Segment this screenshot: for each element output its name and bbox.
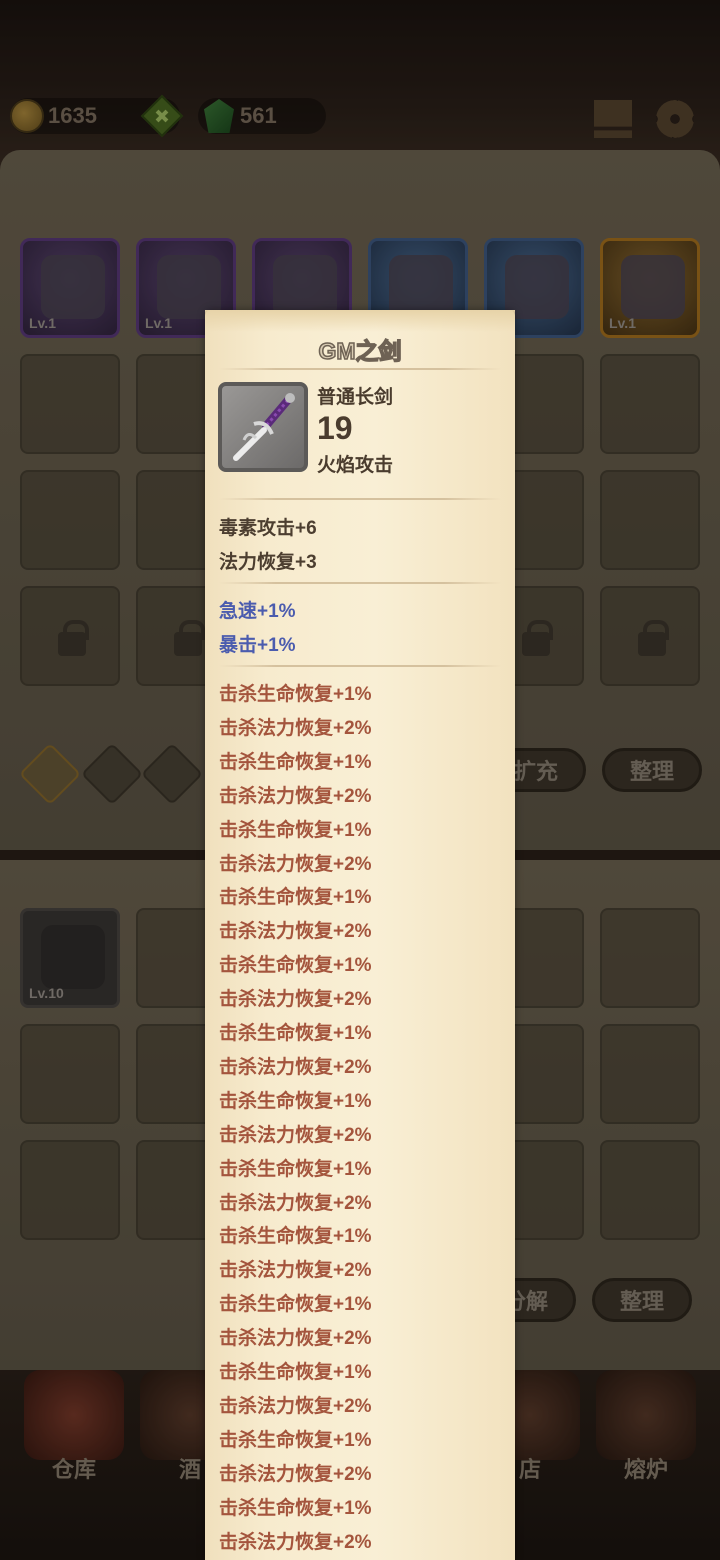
divider [219, 665, 501, 667]
kill-stat: 击杀法力恢复+2% [219, 1531, 372, 1553]
attack-type: 火焰攻击 [317, 455, 394, 476]
kill-stat: 击杀法力恢复+2% [219, 1463, 372, 1485]
kill-stat: 击杀生命恢复+1% [219, 1023, 372, 1044]
sword-icon [218, 382, 308, 472]
kill-stat: 击杀生命恢复+1% [219, 1294, 372, 1316]
divider [219, 498, 501, 500]
kill-stat: 击杀生命恢复+1% [219, 1362, 372, 1383]
kill-stat: 击杀生命恢复+1% [219, 684, 372, 705]
item-name: GM之剑 [318, 337, 403, 365]
kill-stat: 击杀法力恢复+2% [219, 1124, 372, 1146]
kill-stat: 击杀生命恢复+1% [219, 887, 372, 909]
kill-stat: 击杀法力恢复+2% [219, 1056, 372, 1078]
kill-stat: 击杀法力恢复+2% [219, 1395, 372, 1417]
kill-stat: 击杀法力恢复+2% [219, 853, 372, 875]
base-stat: 法力恢复+3 [219, 552, 317, 573]
kill-stat: 击杀生命恢复+1% [219, 819, 372, 841]
bonus-stat: 急速+1% [219, 601, 296, 622]
base-stat: 毒素攻击+6 [219, 518, 317, 539]
bonus-stat: 暴击+1% [219, 635, 296, 656]
kill-stat: 击杀法力恢复+2% [219, 785, 372, 807]
kill-stat: 击杀法力恢复+2% [219, 1260, 372, 1282]
kill-stat: 击杀生命恢复+1% [219, 1497, 372, 1519]
item-power: 19 [317, 410, 353, 446]
divider [219, 582, 501, 584]
kill-stat: 击杀法力恢复+2% [219, 717, 372, 739]
item-type: 普通长剑 [317, 387, 394, 408]
kill-stat: 击杀生命恢复+1% [219, 955, 372, 977]
kill-stat: 击杀生命恢复+1% [219, 1090, 372, 1112]
kill-stat: 击杀生命恢复+1% [219, 1226, 372, 1248]
kill-stat: 击杀生命恢复+1% [219, 1158, 372, 1180]
kill-stat: 击杀生命恢复+1% [219, 1429, 372, 1451]
divider [219, 368, 501, 370]
kill-stat: 击杀法力恢复+2% [219, 1328, 372, 1350]
kill-stat: 击杀生命恢复+1% [219, 751, 372, 773]
item-tooltip: GM之剑 普通长剑 19 火焰攻击 毒素攻击+6 法力恢复+3 急速+1% 暴击… [205, 310, 515, 1560]
kill-stat: 击杀法力恢复+2% [219, 1192, 372, 1214]
kill-stat: 击杀法力恢复+2% [219, 921, 372, 943]
kill-stat: 击杀法力恢复+2% [219, 989, 372, 1011]
